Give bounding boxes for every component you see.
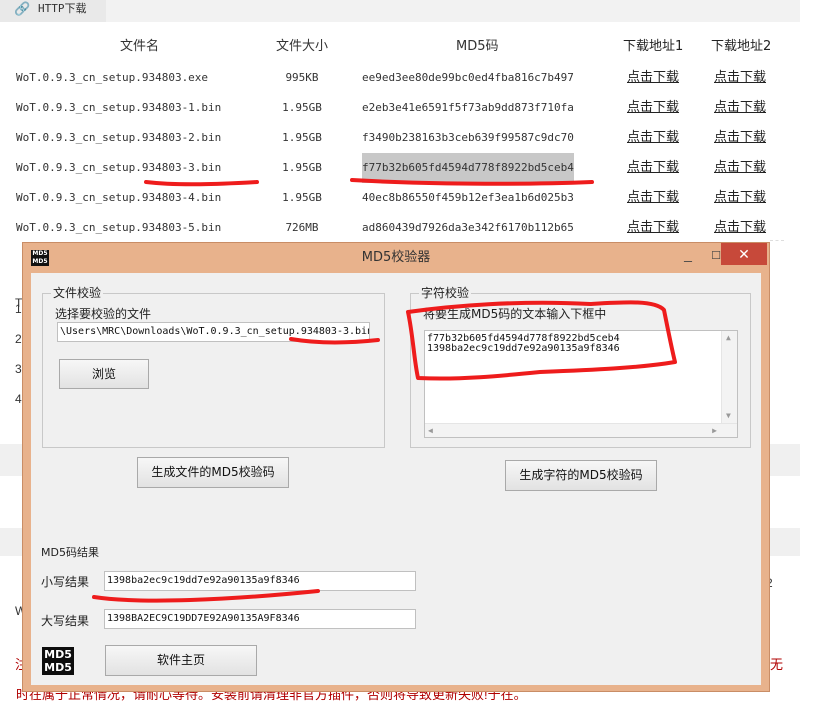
header-md5: MD5码	[456, 39, 499, 54]
minimize-icon[interactable]: _	[678, 247, 698, 264]
file-path-input[interactable]: \Users\MRC\Downloads\WoT.0.9.3_cn_setup.…	[57, 322, 370, 342]
download-link-2[interactable]: 点击下载	[714, 63, 766, 93]
row-md5: ee9ed3ee80de99bc0ed4fba816c7b497	[362, 71, 574, 84]
download-link-1[interactable]: 点击下载	[627, 213, 679, 243]
header-link1: 下载地址1	[623, 39, 684, 54]
select-file-label: 选择要校验的文件	[55, 307, 152, 321]
uppercase-result-field[interactable]: 1398BA2EC9C19DD7E92A90135A9F8346	[104, 609, 416, 629]
vertical-scrollbar[interactable]: ▲ ▼	[721, 331, 737, 437]
row-filename: WoT.0.9.3_cn_setup.934803-4.bin	[16, 191, 222, 204]
generate-file-md5-button[interactable]: 生成文件的MD5校验码	[137, 457, 289, 488]
side-char: 4	[15, 392, 22, 406]
side-char: 1	[15, 302, 22, 316]
download-link-1[interactable]: 点击下载	[627, 183, 679, 213]
string-check-label: 字符校验	[419, 286, 472, 300]
row-size: 1.95GB	[282, 101, 322, 114]
download-link-2[interactable]: 点击下载	[714, 93, 766, 123]
table-header: 文件名 文件大小 MD5码 下载地址1 下载地址2	[0, 32, 800, 62]
download-link-2[interactable]: 点击下载	[714, 153, 766, 183]
header-size: 文件大小	[275, 39, 328, 54]
row-size: 1.95GB	[282, 131, 322, 144]
table-row: WoT.0.9.3_cn_setup.934803.exe 995KB ee9e…	[0, 63, 800, 93]
download-link-1[interactable]: 点击下载	[627, 153, 679, 183]
scroll-left-icon[interactable]: ◀	[428, 426, 433, 436]
header-filename: 文件名	[120, 39, 160, 54]
side-char: 2	[15, 332, 22, 346]
download-link-2[interactable]: 点击下载	[714, 213, 766, 243]
download-link-2[interactable]: 点击下载	[714, 123, 766, 153]
side-char: 3	[15, 362, 22, 376]
md5-result-label: MD5码结果	[41, 546, 99, 559]
scroll-up-icon[interactable]: ▲	[726, 333, 731, 343]
table-row: WoT.0.9.3_cn_setup.934803-4.bin 1.95GB 4…	[0, 183, 800, 213]
row-filename: WoT.0.9.3_cn_setup.934803-2.bin	[16, 131, 222, 144]
window-client: 文件校验 选择要校验的文件 \Users\MRC\Downloads\WoT.0…	[31, 273, 761, 685]
page-tab-bar: 🔗 HTTP下载	[0, 0, 800, 22]
close-icon[interactable]: ✕	[721, 243, 767, 265]
download-link-1[interactable]: 点击下载	[627, 63, 679, 93]
table-row: WoT.0.9.3_cn_setup.934803-1.bin 1.95GB e…	[0, 93, 800, 123]
table-row: WoT.0.9.3_cn_setup.934803-3.bin 1.95GB f…	[0, 153, 800, 183]
scroll-down-icon[interactable]: ▼	[726, 411, 731, 421]
notice-char: 无	[770, 657, 784, 672]
uppercase-result-label: 大写结果	[41, 614, 90, 628]
lowercase-result-field[interactable]: 1398ba2ec9c19dd7e92a90135a9f8346	[104, 571, 416, 591]
row-md5: f3490b238163b3ceb639f99587c9dc70	[362, 131, 574, 144]
software-home-button[interactable]: 软件主页	[105, 645, 257, 676]
string-input-textarea[interactable]: f77b32b605fd4594d778f8922bd5ceb4 1398ba2…	[424, 330, 738, 438]
row-md5: e2eb3e41e6591f5f73ab9dd873f710fa	[362, 101, 574, 114]
download-link-1[interactable]: 点击下载	[627, 93, 679, 123]
file-check-label: 文件校验	[51, 286, 104, 300]
row-size: 1.95GB	[282, 161, 322, 174]
string-line: 1398ba2ec9c19dd7e92a90135a9f8346	[427, 343, 620, 354]
window-title: MD5校验器	[361, 250, 431, 265]
string-check-group: 字符校验 将要生成MD5码的文本输入下框中 f77b32b605fd4594d7…	[410, 286, 751, 448]
file-check-group: 文件校验 选择要校验的文件 \Users\MRC\Downloads\WoT.0…	[42, 286, 385, 448]
string-hint-label: 将要生成MD5码的文本输入下框中	[423, 307, 607, 321]
row-filename: WoT.0.9.3_cn_setup.934803-1.bin	[16, 101, 222, 114]
download-link-2[interactable]: 点击下载	[714, 183, 766, 213]
row-size: 726MB	[285, 221, 319, 234]
horizontal-scrollbar[interactable]: ◀ ▶	[425, 423, 737, 437]
row-filename: WoT.0.9.3_cn_setup.934803-3.bin	[16, 161, 222, 174]
row-size: 1.95GB	[282, 191, 322, 204]
header-link2: 下载地址2	[711, 39, 772, 54]
row-md5-selected[interactable]: f77b32b605fd4594d778f8922bd5ceb4	[362, 153, 574, 183]
row-size: 995KB	[285, 71, 319, 84]
table-row: WoT.0.9.3_cn_setup.934803-5.bin 726MB ad…	[0, 213, 800, 243]
row-md5: ad860439d7926da3e342f6170b112b65	[362, 221, 574, 234]
md5-checker-window: MD5 MD5 MD5校验器 _ ☐ ✕ 文件校验 选择要校验的文件 \Users…	[22, 242, 770, 692]
generate-string-md5-button[interactable]: 生成字符的MD5校验码	[505, 460, 657, 491]
divider	[770, 240, 784, 241]
link-icon: 🔗	[14, 2, 31, 17]
tab-label: HTTP下载	[38, 2, 87, 15]
scroll-right-icon[interactable]: ▶	[712, 426, 717, 436]
lowercase-result-label: 小写结果	[41, 575, 90, 589]
row-filename: WoT.0.9.3_cn_setup.934803.exe	[16, 71, 209, 84]
row-filename: WoT.0.9.3_cn_setup.934803-5.bin	[16, 221, 222, 234]
table-row: WoT.0.9.3_cn_setup.934803-2.bin 1.95GB f…	[0, 123, 800, 153]
browse-button[interactable]: 浏览	[59, 359, 149, 389]
window-titlebar[interactable]: MD5 MD5 MD5校验器 _ ☐ ✕	[23, 243, 769, 273]
download-link-1[interactable]: 点击下载	[627, 123, 679, 153]
md5-logo: MD5 MD5	[42, 647, 74, 675]
tab-http-download[interactable]: 🔗 HTTP下载	[0, 0, 106, 22]
row-md5: 40ec8b86550f459b12ef3ea1b6d025b3	[362, 191, 574, 204]
